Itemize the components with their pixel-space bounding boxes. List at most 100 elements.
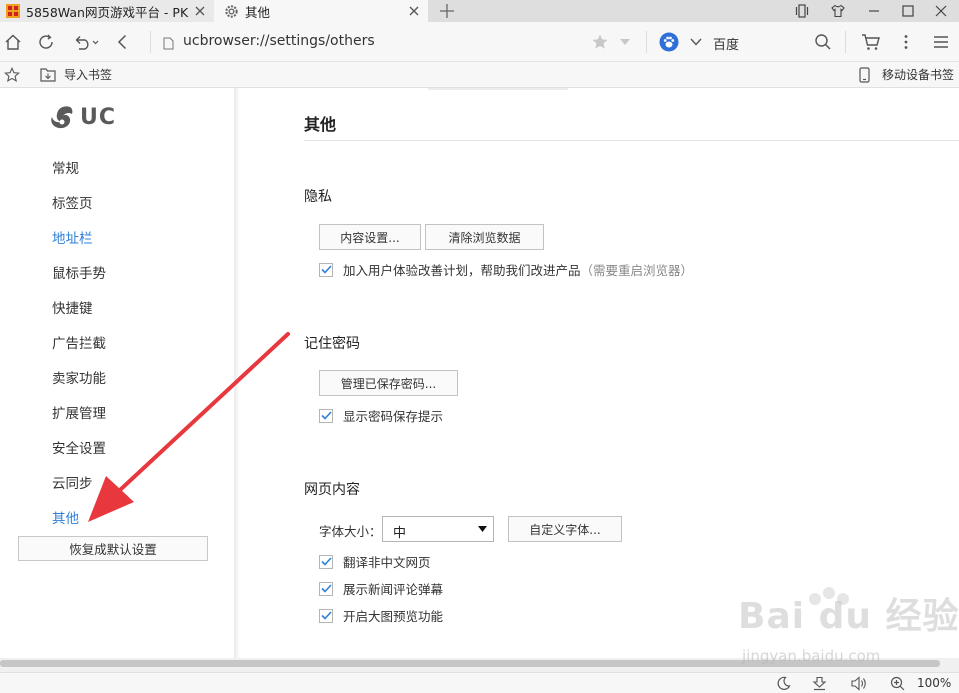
- star-outline-icon[interactable]: [4, 67, 20, 83]
- ux-plan-option[interactable]: 加入用户体验改善计划，帮助我们改进产品（需要重启浏览器）: [319, 261, 693, 278]
- search-button[interactable]: [812, 31, 834, 53]
- translate-checkbox[interactable]: [319, 554, 333, 569]
- undo-icon: [75, 36, 99, 50]
- sidebar-item-tabs[interactable]: 标签页: [52, 194, 93, 214]
- toolbar-divider: [845, 31, 846, 53]
- mobile-bookmarks-link[interactable]: 移动设备书签: [882, 66, 954, 83]
- checkmark-icon: [320, 557, 332, 566]
- tab-5858wan[interactable]: 5858Wan网页游戏平台 - PK: [0, 0, 214, 22]
- undo-close-button[interactable]: [72, 31, 102, 53]
- tshirt-icon: [831, 4, 845, 18]
- privacy-heading: 隐私: [304, 189, 332, 205]
- search-engine-name[interactable]: 百度: [713, 34, 739, 53]
- close-icon: [935, 5, 947, 17]
- manage-passwords-button[interactable]: 管理已保存密码...: [319, 370, 458, 396]
- passwords-heading: 记住密码: [304, 336, 360, 352]
- refresh-button[interactable]: [35, 31, 57, 53]
- content-settings-button[interactable]: 内容设置...: [319, 224, 421, 250]
- news-danmaku-label: 展示新闻评论弹幕: [343, 582, 444, 597]
- restart-note: （需要重启浏览器）: [580, 263, 694, 278]
- bookmark-dropdown-button[interactable]: [614, 31, 636, 53]
- tab-title: 其他: [245, 4, 271, 20]
- import-bookmark-icon[interactable]: [40, 67, 56, 82]
- clear-browsing-data-button[interactable]: 清除浏览数据: [425, 224, 544, 250]
- reset-defaults-button[interactable]: 恢复成默认设置: [18, 536, 208, 561]
- maximize-button[interactable]: [890, 0, 926, 22]
- zoom-in-icon[interactable]: [890, 676, 905, 691]
- baidu-paw-icon: [659, 32, 679, 52]
- tile-windows-button[interactable]: [784, 0, 820, 22]
- translate-label: 翻译非中文网页: [343, 555, 431, 570]
- uc-logo: UC: [48, 104, 116, 130]
- sidebar-item-mouse-gestures[interactable]: 鼠标手势: [52, 264, 106, 284]
- minimize-button[interactable]: [856, 0, 892, 22]
- navigation-toolbar: ucbrowser://settings/others 百度: [0, 22, 959, 62]
- custom-font-button[interactable]: 自定义字体...: [508, 516, 622, 542]
- sidebar-item-shortcuts[interactable]: 快捷键: [52, 299, 93, 319]
- toolbar-divider: [150, 31, 151, 53]
- chevron-down-icon: [690, 38, 702, 46]
- image-preview-label: 开启大图预览功能: [343, 609, 444, 624]
- game-site-favicon-icon: [6, 4, 20, 18]
- back-button[interactable]: [112, 31, 134, 53]
- tab-title: 5858Wan网页游戏平台 - PK: [26, 4, 189, 20]
- toolbar-divider: [646, 31, 647, 53]
- uc-squirrel-logo-icon: [51, 106, 73, 129]
- star-icon: [592, 34, 608, 49]
- font-size-select[interactable]: 中: [382, 516, 494, 542]
- url-input[interactable]: ucbrowser://settings/others: [183, 33, 375, 49]
- import-bookmarks-link[interactable]: 导入书签: [64, 66, 112, 83]
- gear-icon: [225, 4, 238, 18]
- tab-bar: 5858Wan网页游戏平台 - PK 其他: [0, 0, 959, 22]
- refresh-icon: [39, 34, 53, 49]
- image-preview-option[interactable]: 开启大图预览功能: [319, 607, 443, 624]
- password-prompt-option[interactable]: 显示密码保存提示: [319, 407, 443, 424]
- checkmark-icon: [320, 584, 332, 593]
- sidebar-item-others[interactable]: 其他: [52, 509, 79, 529]
- close-window-button[interactable]: [923, 0, 959, 22]
- checkmark-icon: [320, 265, 332, 274]
- more-vertical-icon: [904, 35, 908, 49]
- shopping-cart-button[interactable]: [860, 31, 882, 53]
- news-danmaku-checkbox[interactable]: [319, 581, 333, 596]
- logo-text: UC: [80, 104, 117, 130]
- search-icon: [815, 34, 831, 50]
- sidebar-item-general[interactable]: 常规: [52, 159, 79, 179]
- close-tab-icon[interactable]: [192, 3, 208, 19]
- main-menu-button[interactable]: [930, 31, 952, 53]
- search-engine-dropdown[interactable]: [685, 31, 707, 53]
- ux-plan-checkbox[interactable]: [319, 262, 333, 277]
- title-divider: [304, 140, 959, 141]
- tab-settings-others[interactable]: 其他: [214, 0, 428, 22]
- checkmark-icon: [320, 411, 332, 420]
- hamburger-menu-icon: [934, 36, 948, 48]
- annotation-arrow-icon: [88, 332, 290, 522]
- close-tab-icon[interactable]: [406, 3, 422, 19]
- page-icon: [163, 37, 174, 50]
- shopping-cart-icon: [862, 34, 880, 50]
- search-engine-selector[interactable]: [658, 31, 680, 53]
- volume-speaker-icon[interactable]: [850, 676, 868, 691]
- status-bar: 100%: [0, 672, 959, 693]
- home-icon: [5, 34, 21, 50]
- password-prompt-label: 显示密码保存提示: [343, 409, 444, 424]
- news-danmaku-option[interactable]: 展示新闻评论弹幕: [319, 580, 443, 597]
- new-tab-icon[interactable]: [438, 2, 456, 20]
- download-icon[interactable]: [812, 676, 827, 691]
- ux-plan-label: 加入用户体验改善计划，帮助我们改进产品（需要重启浏览器）: [343, 263, 694, 278]
- bookmark-bar: 导入书签 移动设备书签: [0, 62, 959, 88]
- dropdown-triangle-icon: [478, 526, 487, 532]
- image-preview-checkbox[interactable]: [319, 608, 333, 623]
- more-options-button[interactable]: [895, 31, 917, 53]
- skin-button[interactable]: [820, 0, 856, 22]
- home-button[interactable]: [2, 31, 24, 53]
- mobile-device-icon[interactable]: [859, 67, 870, 83]
- zoom-level[interactable]: 100%: [917, 676, 951, 690]
- night-mode-moon-icon[interactable]: [776, 676, 791, 691]
- bookmark-star-button[interactable]: [589, 31, 611, 53]
- sidebar-item-address-bar[interactable]: 地址栏: [52, 229, 93, 249]
- dropdown-triangle-icon: [620, 39, 630, 45]
- translate-option[interactable]: 翻译非中文网页: [319, 553, 431, 570]
- password-prompt-checkbox[interactable]: [319, 408, 333, 423]
- tile-icon: [795, 4, 809, 18]
